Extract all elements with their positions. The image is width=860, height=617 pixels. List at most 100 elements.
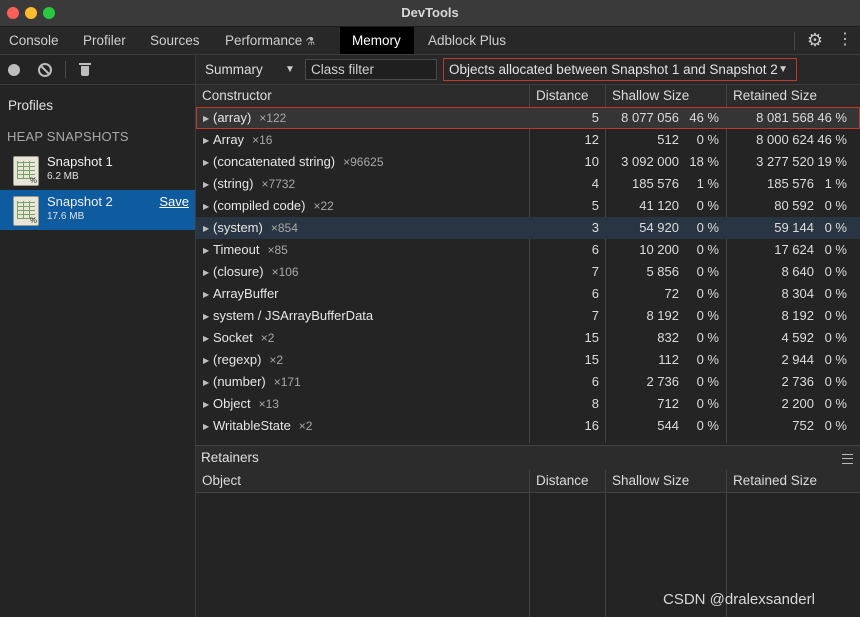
expand-triangle-icon[interactable]: ▶ <box>203 284 213 305</box>
instance-count: ×2 <box>298 419 313 433</box>
constructor-cell: ▶ (number) ×171 <box>196 371 529 393</box>
constructor-name: (array) <box>213 110 252 125</box>
more-options-icon[interactable]: ⋮ <box>837 30 853 50</box>
retained-size-cell: 3 277 520 19 % <box>726 151 860 173</box>
retained-size-value: 4 592 <box>781 330 814 345</box>
tab-performance[interactable]: Performance ⚗ <box>216 27 324 54</box>
expand-triangle-icon[interactable]: ▶ <box>203 108 213 129</box>
class-filter-input[interactable] <box>305 59 437 80</box>
tab-profiler[interactable]: Profiler <box>74 27 135 54</box>
retained-size-cell: 17 624 0 % <box>726 239 860 261</box>
column-header-shallow-size[interactable]: Shallow Size <box>605 85 726 107</box>
distance-cell: 5 <box>591 198 599 213</box>
tab-sources[interactable]: Sources <box>141 27 209 54</box>
column-header-object[interactable]: Object <box>196 470 529 492</box>
tab-memory[interactable]: Memory <box>340 27 414 54</box>
shallow-size-percent: 0 % <box>696 330 719 345</box>
table-row[interactable]: ▶ system / JSArrayBufferData 7 8 192 0 % 8 19… <box>196 305 860 327</box>
shallow-size-value: 712 <box>657 396 679 411</box>
table-row[interactable]: ▶ (system) ×854 3 54 920 0 % 59 144 0 % <box>196 217 860 239</box>
table-row[interactable]: ▶ (string) ×7732 4 185 576 1 % 185 576 1 % <box>196 173 860 195</box>
retained-size-percent: 1 % <box>824 176 847 191</box>
trash-icon[interactable] <box>79 63 91 76</box>
snapshot-item-1[interactable]: Snapshot 1 6.2 MB <box>0 150 195 190</box>
expand-triangle-icon[interactable]: ▶ <box>203 350 213 371</box>
tab-performance-label: Performance <box>225 33 303 48</box>
table-row[interactable]: ▶ Object ×13 8 712 0 % 2 200 0 % <box>196 393 860 415</box>
table-row[interactable]: ▶ (closure) ×106 7 5 856 0 % 8 640 0 % <box>196 261 860 283</box>
clear-icon[interactable] <box>38 63 52 77</box>
column-header-shallow-size[interactable]: Shallow Size <box>605 470 726 492</box>
constructor-cell: ▶ system / JSArrayBufferData <box>196 305 529 327</box>
retained-size-value: 2 736 <box>781 374 814 389</box>
shallow-size-percent: 0 % <box>696 418 719 433</box>
table-row[interactable]: ▶ (compiled code) ×22 5 41 120 0 % 80 592 0 % <box>196 195 860 217</box>
distance-cell: 15 <box>584 352 599 367</box>
expand-triangle-icon[interactable]: ▶ <box>203 328 213 349</box>
shallow-size-cell: 72 0 % <box>605 283 725 305</box>
expand-triangle-icon[interactable]: ▶ <box>203 196 213 217</box>
menu-icon[interactable] <box>842 454 853 464</box>
tab-adblock-plus[interactable]: Adblock Plus <box>419 27 515 54</box>
expand-triangle-icon[interactable]: ▶ <box>203 416 213 437</box>
expand-triangle-icon[interactable]: ▶ <box>203 372 213 393</box>
table-row[interactable]: ▶ Timeout ×85 6 10 200 0 % 17 624 0 % <box>196 239 860 261</box>
shallow-size-value: 832 <box>657 330 679 345</box>
constructor-name: (compiled code) <box>213 198 306 213</box>
tab-console[interactable]: Console <box>0 27 68 54</box>
column-header-retained-size[interactable]: Retained Size <box>726 470 860 492</box>
expand-triangle-icon[interactable]: ▶ <box>203 262 213 283</box>
table-row[interactable]: ▶ (number) ×171 6 2 736 0 % 2 736 0 % <box>196 371 860 393</box>
expand-triangle-icon[interactable]: ▶ <box>203 174 213 195</box>
table-row[interactable]: ▶ WritableState ×2 16 544 0 % 752 0 % <box>196 415 860 437</box>
dropdown-arrow-icon[interactable]: ▼ <box>285 64 295 75</box>
table-row[interactable]: ▶ (array) ×122 5 8 077 056 46 % 8 081 568 46 % <box>196 107 860 129</box>
column-header-distance[interactable]: Distance <box>529 470 605 492</box>
shallow-size-cell: 5 856 0 % <box>605 261 725 283</box>
shallow-size-cell: 112 0 % <box>605 349 725 371</box>
heap-snapshot-icon <box>13 196 39 226</box>
table-row[interactable]: ▶ (concatenated string) ×96625 10 3 092 000 1… <box>196 151 860 173</box>
retained-size-cell: 8 304 0 % <box>726 283 860 305</box>
column-header-retained-size[interactable]: Retained Size <box>726 85 860 107</box>
retained-size-value: 8 192 <box>781 308 814 323</box>
snapshot-item-2[interactable]: Snapshot 2 17.6 MB Save <box>0 190 195 230</box>
record-icon[interactable] <box>8 64 20 76</box>
watermark: CSDN @dralexsanderl <box>663 591 815 608</box>
constructor-cell: ▶ WritableState ×2 <box>196 415 529 437</box>
gear-icon[interactable]: ⚙ <box>805 30 825 50</box>
expand-triangle-icon[interactable]: ▶ <box>203 152 213 173</box>
retained-size-value: 2 200 <box>781 396 814 411</box>
shallow-size-cell: 544 0 % <box>605 415 725 437</box>
constructor-cell: ▶ (concatenated string) ×96625 <box>196 151 529 173</box>
distance-cell: 3 <box>591 220 599 235</box>
snapshot-range-selector[interactable]: Objects allocated between Snapshot 1 and… <box>443 58 797 81</box>
shallow-size-percent: 0 % <box>696 352 719 367</box>
retained-size-cell: 80 592 0 % <box>726 195 860 217</box>
retained-size-value: 8 000 624 <box>756 132 814 147</box>
expand-triangle-icon[interactable]: ▶ <box>203 218 213 239</box>
table-row[interactable]: ▶ ArrayBuffer 6 72 0 % 8 304 0 % <box>196 283 860 305</box>
retained-size-cell: 8 192 0 % <box>726 305 860 327</box>
profiles-heading: Profiles <box>8 98 54 113</box>
distance-cell: 7 <box>591 264 599 279</box>
expand-triangle-icon[interactable]: ▶ <box>203 306 213 327</box>
column-header-distance[interactable]: Distance <box>529 85 605 107</box>
retained-size-cell: 185 576 1 % <box>726 173 860 195</box>
constructor-name: (number) <box>213 374 266 389</box>
shallow-size-value: 8 077 056 <box>621 110 679 125</box>
view-selector[interactable]: Summary <box>205 62 263 77</box>
expand-triangle-icon[interactable]: ▶ <box>203 240 213 261</box>
constructor-cell: ▶ Object ×13 <box>196 393 529 415</box>
shallow-size-value: 54 920 <box>639 220 679 235</box>
retained-size-percent: 0 % <box>824 374 847 389</box>
table-row[interactable]: ▶ Socket ×2 15 832 0 % 4 592 0 % <box>196 327 860 349</box>
column-header-constructor[interactable]: Constructor <box>196 85 529 107</box>
table-row[interactable]: ▶ (regexp) ×2 15 112 0 % 2 944 0 % <box>196 349 860 371</box>
retained-size-percent: 0 % <box>824 242 847 257</box>
instance-count: ×2 <box>260 331 275 345</box>
expand-triangle-icon[interactable]: ▶ <box>203 130 213 151</box>
table-row[interactable]: ▶ Array ×16 12 512 0 % 8 000 624 46 % <box>196 129 860 151</box>
expand-triangle-icon[interactable]: ▶ <box>203 394 213 415</box>
save-snapshot-link[interactable]: Save <box>159 194 189 209</box>
